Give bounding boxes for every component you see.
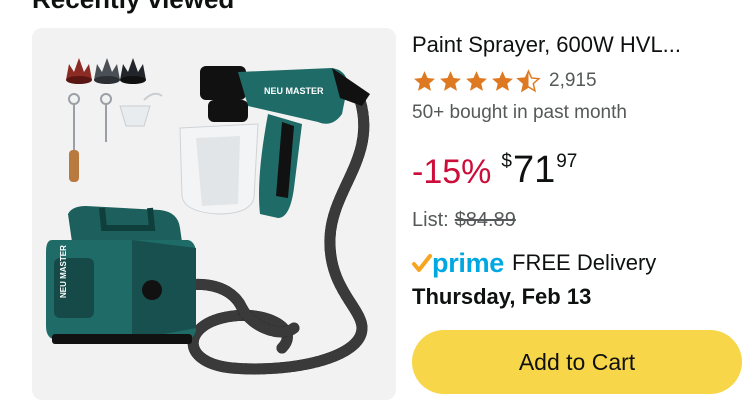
- svg-text:NEU MASTER: NEU MASTER: [59, 245, 68, 298]
- brand-label: NEU MASTER: [264, 86, 324, 96]
- nozzle-caps-icon: [66, 58, 146, 84]
- add-to-cart-label: Add to Cart: [518, 348, 636, 375]
- delivery-date: Thursday, Feb 13: [412, 284, 592, 309]
- star-icon: [466, 70, 487, 91]
- delivery-text: FREE Delivery: [512, 250, 657, 275]
- discount-percent: -15%: [412, 153, 492, 191]
- prime-label: prime: [432, 248, 505, 278]
- star-icon: [414, 70, 435, 91]
- section-title: Recently viewed: [32, 0, 234, 15]
- price-whole: 71: [512, 149, 556, 191]
- review-count[interactable]: 2,915: [549, 70, 597, 92]
- bought-count: 50+ bought in past month: [412, 102, 627, 123]
- price-row: -15% $ 71 97: [412, 148, 577, 198]
- product-image-card[interactable]: NEU MASTER NEU MASTER: [32, 28, 396, 400]
- list-price-row: List: $84.89: [412, 206, 516, 234]
- price-currency: $: [501, 151, 512, 172]
- list-price: $84.89: [454, 209, 516, 231]
- prime-delivery-row: prime FREE Delivery: [412, 246, 656, 280]
- check-icon: [412, 254, 432, 272]
- product-title[interactable]: Paint Sprayer, 600W HVL...: [412, 30, 730, 60]
- price-fraction: 97: [556, 151, 578, 172]
- motor-unit: NEU MASTER: [46, 206, 196, 344]
- star-rating: [412, 68, 541, 94]
- product-image: NEU MASTER NEU MASTER: [46, 58, 370, 375]
- rating-row[interactable]: 2,915: [412, 68, 742, 94]
- star-icon: [440, 70, 461, 91]
- product-info: Paint Sprayer, 600W HVL... 2,915 50+ bou…: [412, 30, 742, 394]
- star-icon: [492, 70, 513, 91]
- prime-logo: prime: [412, 248, 504, 278]
- cleaning-tools-icon: [68, 93, 112, 153]
- list-label: List:: [412, 209, 449, 231]
- half-star-icon: [516, 68, 541, 92]
- add-to-cart-button[interactable]: Add to Cart: [412, 330, 742, 394]
